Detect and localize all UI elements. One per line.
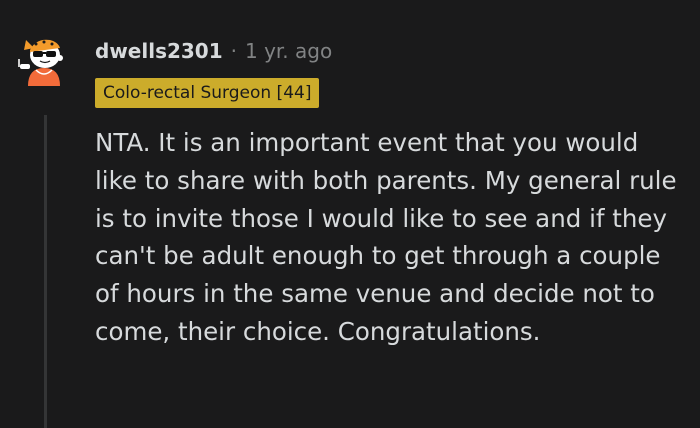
thread-collapse-line[interactable]: [44, 115, 47, 428]
user-flair: Colo-rectal Surgeon [44]: [95, 78, 320, 108]
comment: dwells2301 · 1 yr. ago Colo-rectal Surge…: [0, 0, 700, 428]
username-link[interactable]: dwells2301: [95, 39, 223, 63]
comment-body: NTA. It is an important event that you w…: [95, 128, 677, 346]
header-separator: ·: [230, 39, 237, 63]
snoo-avatar-icon: [18, 39, 63, 86]
comment-header: dwells2301 · 1 yr. ago: [95, 36, 332, 66]
comment-timestamp[interactable]: 1 yr. ago: [245, 39, 332, 63]
user-avatar[interactable]: [14, 28, 74, 88]
